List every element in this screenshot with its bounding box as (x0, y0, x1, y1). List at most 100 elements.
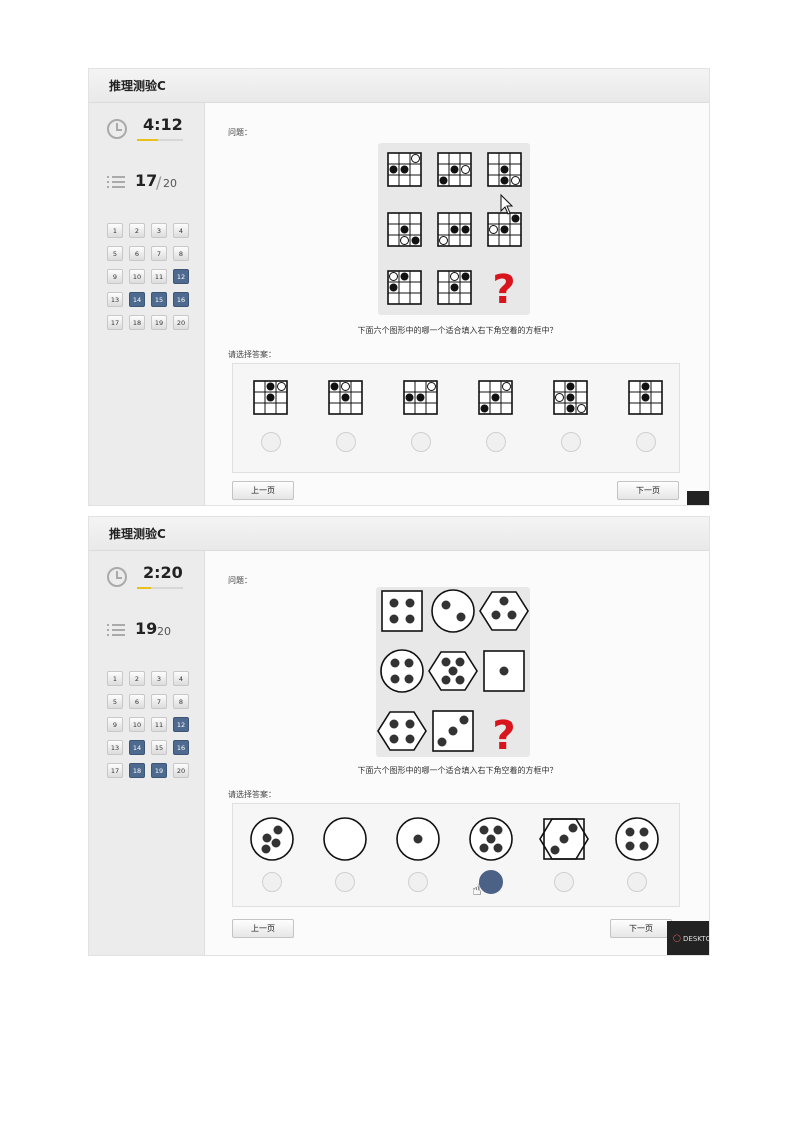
next-page-button[interactable]: 下一页 (610, 919, 672, 938)
question-nav-button[interactable]: 12 (173, 717, 189, 732)
total-questions: 20 (163, 177, 177, 190)
question-nav-button[interactable]: 7 (151, 246, 167, 261)
answer-radio-5[interactable] (561, 432, 581, 452)
taskbar: ◯ DESKTO (667, 921, 710, 955)
question-nav-button[interactable]: 18 (129, 763, 145, 778)
answer-radio-2[interactable] (335, 872, 355, 892)
question-nav-button[interactable]: 8 (173, 246, 189, 261)
timer-bar-fill (137, 139, 158, 141)
window-title: 推理测验C (89, 69, 709, 103)
answer-radio-3[interactable] (411, 432, 431, 452)
question-nav-button[interactable]: 3 (151, 223, 167, 238)
question-nav-button[interactable]: 5 (107, 694, 123, 709)
total-questions: 20 (157, 625, 171, 638)
answer-label: 请选择答案： (228, 350, 276, 359)
question-nav-button[interactable]: 6 (129, 246, 145, 261)
matrix-cell-1-2 (437, 152, 472, 187)
answer-radio-6[interactable] (627, 872, 647, 892)
question-nav-button[interactable]: 10 (129, 269, 145, 284)
answer-radio-4[interactable] (479, 870, 503, 894)
matrix-cell-2-2 (428, 651, 478, 691)
question-nav-button[interactable]: 16 (173, 740, 189, 755)
question-nav-button[interactable]: 1 (107, 223, 123, 238)
answer-radio-5[interactable] (554, 872, 574, 892)
question-label: 问题： (228, 576, 252, 585)
timer-value: 2:20 (143, 563, 183, 582)
question-nav-button[interactable]: 4 (173, 223, 189, 238)
puzzle-matrix: ? (376, 587, 530, 757)
question-label: 问题： (228, 128, 252, 137)
answer-option-3[interactable] (389, 814, 447, 864)
clock-icon (107, 119, 127, 139)
question-nav-button[interactable]: 14 (129, 292, 145, 307)
timer-bar (137, 587, 183, 589)
answer-radio-4[interactable] (486, 432, 506, 452)
answer-option-1[interactable] (243, 814, 301, 864)
prev-page-button[interactable]: 上一页 (232, 481, 294, 500)
question-nav-button[interactable]: 2 (129, 223, 145, 238)
question-nav-button[interactable]: 15 (151, 292, 167, 307)
current-question: 19 (135, 619, 158, 638)
question-nav-button[interactable]: 6 (129, 694, 145, 709)
question-nav-button[interactable]: 9 (107, 269, 123, 284)
answer-option-6[interactable] (608, 814, 666, 864)
answer-option-6[interactable] (617, 374, 675, 420)
question-nav-button[interactable]: 17 (107, 315, 123, 330)
question-nav-button[interactable]: 8 (173, 694, 189, 709)
question-nav-button[interactable]: 18 (129, 315, 145, 330)
window-title: 推理测验C (89, 517, 709, 551)
answer-option-3[interactable] (392, 374, 450, 420)
question-nav-button[interactable]: 10 (129, 717, 145, 732)
next-page-button[interactable]: 下一页 (617, 481, 679, 500)
prev-page-button[interactable]: 上一页 (232, 919, 294, 938)
matrix-cell-3-2 (437, 270, 472, 305)
question-nav-button[interactable]: 19 (151, 315, 167, 330)
question-nav-grid: 1 2 3 4 5 6 7 8 9 10 11 12 13 14 15 16 17 18 19 20 (107, 671, 189, 778)
matrix-cell-1-3 (487, 152, 522, 187)
question-nav-button[interactable]: 9 (107, 717, 123, 732)
matrix-cell-3-2 (432, 710, 474, 752)
question-nav-button[interactable]: 7 (151, 694, 167, 709)
question-nav-button[interactable]: 11 (151, 269, 167, 284)
question-nav-button[interactable]: 4 (173, 671, 189, 686)
question-nav-button[interactable]: 20 (173, 763, 189, 778)
answer-radio-3[interactable] (408, 872, 428, 892)
question-nav-button[interactable]: 13 (107, 740, 123, 755)
taskbar-label: DESKTO (683, 935, 710, 943)
list-icon (107, 623, 125, 639)
question-nav-button[interactable]: 11 (151, 717, 167, 732)
answer-option-1[interactable] (242, 374, 300, 420)
question-nav-button[interactable]: 19 (151, 763, 167, 778)
question-nav-button[interactable]: 2 (129, 671, 145, 686)
question-text: 下面六个图形中的哪一个适合填入右下角空着的方框中？ (357, 766, 558, 775)
question-nav-button[interactable]: 5 (107, 246, 123, 261)
question-nav-button[interactable]: 14 (129, 740, 145, 755)
answer-option-2[interactable] (317, 374, 375, 420)
matrix-cell-1-3 (479, 591, 529, 631)
matrix-cell-3-1 (387, 270, 422, 305)
question-nav-button[interactable]: 13 (107, 292, 123, 307)
sidebar: 4:12 17 / 20 1 2 3 4 5 6 7 8 9 10 11 12 13 14 15 16 17 18… (89, 103, 205, 505)
answer-option-4[interactable] (467, 374, 525, 420)
question-nav-button[interactable]: 12 (173, 269, 189, 284)
current-question: 17 (135, 171, 158, 190)
answer-option-5[interactable] (542, 374, 600, 420)
question-nav-button[interactable]: 16 (173, 292, 189, 307)
question-nav-button[interactable]: 3 (151, 671, 167, 686)
answer-radio-1[interactable] (261, 432, 281, 452)
answer-option-4[interactable] (462, 814, 520, 864)
question-nav-button[interactable]: 20 (173, 315, 189, 330)
question-progress: 19 20 (107, 619, 197, 645)
question-nav-button[interactable]: 15 (151, 740, 167, 755)
answer-radio-6[interactable] (636, 432, 656, 452)
question-nav-button[interactable]: 17 (107, 763, 123, 778)
answer-option-2[interactable] (316, 814, 374, 864)
answer-radio-1[interactable] (262, 872, 282, 892)
question-nav-button[interactable]: 1 (107, 671, 123, 686)
cursor-arrow-icon (500, 193, 514, 215)
answer-label: 请选择答案： (228, 790, 276, 799)
answer-option-5[interactable] (535, 814, 593, 864)
question-nav-grid: 1 2 3 4 5 6 7 8 9 10 11 12 13 14 15 16 17 18 19 20 (107, 223, 189, 330)
answer-options (232, 363, 680, 473)
answer-radio-2[interactable] (336, 432, 356, 452)
